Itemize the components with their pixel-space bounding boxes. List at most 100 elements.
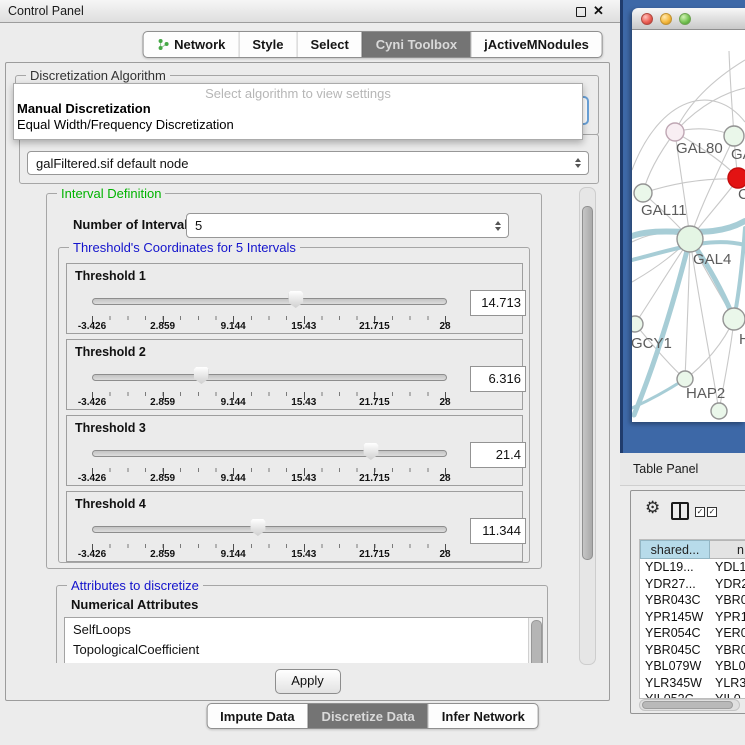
number-of-intervals-value: 5 [195, 218, 202, 233]
popup-option-manual-discretization[interactable]: Manual Discretization [14, 101, 582, 117]
cell-shared-name[interactable]: YDL19... [640, 559, 710, 576]
tab-impute-data[interactable]: Impute Data [207, 704, 307, 728]
scrollbar-thumb[interactable] [642, 701, 733, 709]
cell-name[interactable]: YBR0 [710, 642, 745, 659]
cell-shared-name[interactable]: YIL052C [640, 691, 710, 699]
attribute-list-item[interactable]: SelfLoops [65, 620, 542, 640]
control-panel-titlebar: Control Panel ✕ [0, 0, 620, 23]
list-scrollbar[interactable] [528, 618, 542, 663]
slider-thumb[interactable] [194, 367, 209, 384]
cell-shared-name[interactable]: YLR345W [640, 675, 710, 692]
network-canvas[interactable]: GAL80 GA C GAL11 GAL4 GCY1 H HAP2 [632, 30, 745, 422]
tab-cyni-toolbox[interactable]: Cyni Toolbox [362, 32, 470, 57]
table-row[interactable]: YDL19...YDL1 [640, 559, 745, 576]
tick-label: 28 [439, 549, 450, 560]
cell-shared-name[interactable]: YBR043C [640, 592, 710, 609]
table-row[interactable]: YIL052CYIL0 [640, 691, 745, 699]
node-label: GAL11 [641, 202, 687, 219]
minimize-traffic-light-icon[interactable] [660, 13, 672, 25]
tab-jactivemnodules[interactable]: jActiveMNodules [470, 32, 602, 57]
cell-name[interactable]: YLR3 [710, 675, 745, 692]
threshold-2-slider[interactable] [92, 366, 445, 388]
cell-name[interactable]: YBR0 [710, 592, 745, 609]
slider-track[interactable] [92, 526, 447, 533]
node-gal11[interactable] [634, 184, 652, 202]
slider-tick-labels: -3.4262.8599.14415.4321.71528 [92, 549, 445, 561]
slider-track[interactable] [92, 298, 447, 305]
table-row[interactable]: YPR145WYPR1 [640, 609, 745, 626]
table-data-select[interactable]: galFiltered.sif default node [27, 151, 589, 175]
cell-shared-name[interactable]: YBR045C [640, 642, 710, 659]
tick-label: 2.859 [150, 321, 175, 332]
threshold-2-value-field[interactable]: 6.316 [470, 366, 526, 392]
node-right[interactable] [723, 308, 745, 330]
settings-scroll-viewport: Interval Definition Number of Intervals … [13, 187, 579, 663]
group-title: Interval Definition [57, 187, 165, 201]
columns-icon[interactable] [671, 502, 689, 520]
attribute-list-item[interactable]: TopologicalCoefficient [65, 640, 542, 660]
threshold-1-slider[interactable] [92, 290, 445, 312]
close-traffic-light-icon[interactable] [641, 13, 653, 25]
cell-name[interactable]: YIL0 [710, 691, 741, 699]
tab-style[interactable]: Style [238, 32, 296, 57]
cell-shared-name[interactable]: YDR27... [640, 576, 710, 593]
tab-discretize-data[interactable]: Discretize Data [308, 704, 428, 728]
number-of-intervals-select[interactable]: 5 [186, 213, 509, 238]
threshold-4-value-field[interactable]: 11.344 [470, 518, 526, 544]
zoom-traffic-light-icon[interactable] [679, 13, 691, 25]
cell-shared-name[interactable]: YER054C [640, 625, 710, 642]
numerical-attributes-list[interactable]: SelfLoopsTopologicalCoefficientBetweenne… [64, 617, 543, 663]
table-row[interactable]: YLR345WYLR3 [640, 675, 745, 692]
node-top-right[interactable] [724, 126, 744, 146]
table-row[interactable]: YER054CYER0 [640, 625, 745, 642]
checkbox-icon[interactable]: ✓ [707, 507, 717, 517]
threshold-1-value-field[interactable]: 14.713 [470, 290, 526, 316]
node-gal4[interactable] [677, 226, 703, 252]
scrollbar-thumb[interactable] [531, 620, 542, 663]
table-row[interactable]: YDR27...YDR2 [640, 576, 745, 593]
cell-name[interactable]: YDR2 [710, 576, 745, 593]
toolbox-tabbar: Network Style Select Cyni Toolbox jActiv… [142, 31, 603, 58]
cell-shared-name[interactable]: YBL079W [640, 658, 710, 675]
table-row[interactable]: YBR045CYBR0 [640, 642, 745, 659]
cell-name[interactable]: YER0 [710, 625, 745, 642]
tab-infer-network[interactable]: Infer Network [428, 704, 538, 728]
table-panel: ⚙ ✓ ✓ shared... n YDL19...YDL1YDR27...YD… [630, 490, 745, 714]
slider-track[interactable] [92, 450, 447, 457]
cell-name[interactable]: YPR1 [710, 609, 745, 626]
attribute-list-item[interactable]: BetweennessCentrality [65, 660, 542, 663]
slider-track[interactable] [92, 374, 447, 381]
slider-thumb[interactable] [363, 443, 378, 460]
settings-vertical-scrollbar[interactable] [579, 187, 596, 665]
slider-thumb[interactable] [250, 519, 265, 536]
node-bottom[interactable] [711, 403, 727, 419]
cell-shared-name[interactable]: YPR145W [640, 609, 710, 626]
table-row[interactable]: YBL079WYBL0 [640, 658, 745, 675]
table-row[interactable]: YBR043CYBR0 [640, 592, 745, 609]
threshold-3-slider[interactable] [92, 442, 445, 464]
popup-option-equal-width-frequency[interactable]: Equal Width/Frequency Discretization [14, 117, 582, 133]
column-header-name[interactable]: n [710, 540, 745, 559]
scrollbar-thumb[interactable] [582, 206, 593, 560]
float-window-icon[interactable] [576, 7, 586, 17]
apply-button[interactable]: Apply [275, 669, 341, 694]
node-gcy1[interactable] [632, 316, 643, 332]
tab-select[interactable]: Select [296, 32, 361, 57]
gear-icon[interactable]: ⚙ [645, 499, 660, 516]
network-icon [156, 38, 169, 51]
cell-name[interactable]: YDL1 [710, 559, 745, 576]
tick-label: 21.715 [359, 397, 390, 408]
network-window-titlebar[interactable] [632, 8, 745, 30]
tab-network[interactable]: Network [143, 32, 238, 57]
cell-name[interactable]: YBL0 [710, 658, 745, 675]
slider-thumb[interactable] [288, 291, 303, 308]
tab-label: Infer Network [442, 709, 525, 724]
node-highlighted-red[interactable] [728, 168, 745, 188]
threshold-3-value-field[interactable]: 21.4 [470, 442, 526, 468]
close-icon[interactable]: ✕ [593, 3, 604, 19]
column-header-shared-name[interactable]: shared... [640, 540, 710, 559]
node-gal80[interactable] [666, 123, 684, 141]
threshold-4-slider[interactable] [92, 518, 445, 540]
checkbox-icon[interactable]: ✓ [695, 507, 705, 517]
table-horizontal-scrollbar[interactable] [639, 699, 740, 711]
